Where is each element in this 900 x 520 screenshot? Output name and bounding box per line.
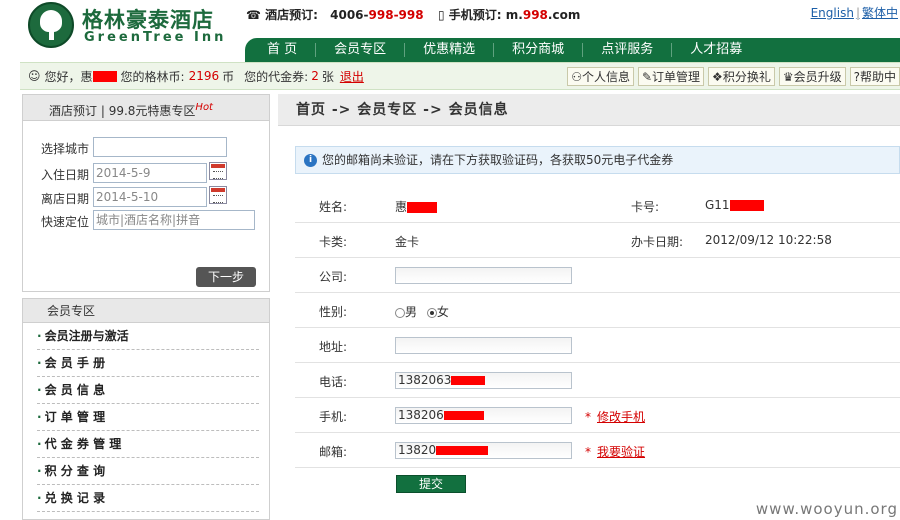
calendar-icon[interactable]	[209, 186, 227, 204]
nav-deals[interactable]: 优惠精选	[405, 43, 495, 57]
nav-points-mall[interactable]: 积分商城	[494, 43, 584, 57]
mobile-booking: ▯ 手机预订: m.998.com	[438, 8, 581, 22]
member-menu: 会员专区 · 会员注册与激活 · 会 员 手 册 · 会 员 信 息 · 订 单 管 理…	[22, 298, 270, 520]
menu-points[interactable]: · 积 分 查 询	[37, 458, 259, 485]
upgrade-button[interactable]: ♛会员升级	[778, 66, 846, 86]
submit-button[interactable]: 提交	[396, 475, 466, 493]
help-button[interactable]: ?帮助中	[849, 66, 900, 86]
nav-reviews[interactable]: 点评服务	[583, 43, 673, 57]
form-row: 电话: 1382063	[295, 363, 900, 398]
menu-orders[interactable]: · 订 单 管 理	[37, 404, 259, 431]
gender-radio-group: 男 女	[395, 303, 449, 320]
nav-careers[interactable]: 人才招募	[672, 43, 760, 57]
hot-badge: Hot	[195, 102, 213, 113]
watermark: www.wooyun.org	[755, 500, 898, 518]
redacted-name	[92, 70, 117, 82]
verify-email-link[interactable]: 我要验证	[597, 443, 645, 460]
form-row: 性别: 男 女	[295, 293, 900, 328]
email-notice: i 您的邮箱尚未验证，请在下方获取验证码，各获取50元电子代金券	[295, 146, 900, 174]
next-step-button[interactable]: 下一步	[196, 267, 256, 287]
greeting-bar: ☺ 您好，惠 您的格林币: 2196 币 您的代金券: 2 张 退出 ⚇个人信息…	[20, 62, 900, 90]
logout-link[interactable]: 退出	[340, 68, 364, 85]
gift-icon: ❖	[712, 69, 723, 84]
issue-date: 2012/09/12 10:22:58	[705, 233, 832, 247]
info-icon: i	[304, 154, 317, 167]
edit-icon: ✎	[641, 69, 653, 84]
points-gift-button[interactable]: ❖积分换礼	[708, 66, 775, 86]
phone-input[interactable]: 1382063	[395, 372, 572, 389]
profile-button[interactable]: ⚇个人信息	[567, 66, 634, 86]
hotel-booking-panel: 酒店预订 | 99.8元特惠专区Hot 选择城市 入住日期 2014-5-9 离…	[22, 94, 270, 292]
menu-redeem-history[interactable]: · 兑 换 记 录	[37, 485, 259, 512]
checkin-input[interactable]: 2014-5-9	[93, 163, 207, 183]
city-input[interactable]	[93, 137, 227, 157]
phone-icon: ☎	[246, 8, 266, 22]
nav-home[interactable]: 首 页	[245, 43, 317, 57]
main-content: 首页 -> 会员专区 -> 会员信息 i 您的邮箱尚未验证，请在下方获取验证码，…	[278, 94, 900, 520]
menu-vouchers[interactable]: · 代 金 券 管 理	[37, 431, 259, 458]
booking-header: 酒店预订 | 99.8元特惠专区Hot	[23, 95, 269, 121]
member-menu-title: 会员专区	[23, 299, 269, 323]
name-value: 惠	[395, 198, 438, 215]
locate-input[interactable]: 城市|酒店名称|拼音	[93, 210, 255, 230]
checkin-label: 入住日期	[41, 168, 90, 182]
people-icon: ⚇	[571, 69, 582, 84]
hotel-phone: ☎ 酒店预订: 4006-998-998	[246, 8, 424, 22]
lang-traditional-link[interactable]: 繁体中	[862, 6, 898, 20]
gender-male-radio[interactable]	[395, 307, 405, 318]
address-input[interactable]	[395, 337, 572, 354]
top-header: 格林豪泰酒店 GreenTree Inn ☎ 酒店预订: 4006-998-99…	[0, 0, 900, 62]
card-number: G11	[705, 198, 764, 212]
form-row: 地址:	[295, 328, 900, 363]
menu-handbook[interactable]: · 会 员 手 册	[37, 350, 259, 377]
form-row: 卡类: 金卡 办卡日期: 2012/09/12 10:22:58	[295, 223, 900, 258]
mobile-icon: ▯	[438, 8, 449, 22]
email-input[interactable]: 13820	[395, 442, 572, 459]
card-type: 金卡	[395, 235, 420, 249]
main-nav: 首 页 会员专区 优惠精选 积分商城 点评服务 人才招募	[245, 38, 900, 62]
greentree-logo[interactable]	[28, 2, 74, 48]
menu-register[interactable]: · 会员注册与激活	[37, 323, 259, 350]
checkout-input[interactable]: 2014-5-10	[93, 187, 207, 207]
change-mobile-link[interactable]: 修改手机	[597, 408, 645, 425]
form-row: 公司:	[295, 258, 900, 293]
nav-member[interactable]: 会员专区	[316, 43, 406, 57]
gender-female-radio[interactable]	[426, 307, 437, 318]
member-info-form: 姓名: 惠 卡号: G11 卡类: 金卡 办卡日期: 2012/09/12 10…	[295, 188, 900, 468]
orders-button[interactable]: ✎订单管理	[637, 66, 705, 86]
mobile-input[interactable]: 138206	[395, 407, 572, 424]
form-row: 手机: 138206 * 修改手机	[295, 398, 900, 433]
user-icon: ☺	[28, 69, 41, 83]
calendar-icon[interactable]	[209, 162, 227, 180]
language-switch: English | 繁体中	[810, 6, 898, 20]
breadcrumb: 首页 -> 会员专区 -> 会员信息	[278, 94, 900, 126]
promo-link[interactable]: 99.8元特惠专区	[109, 104, 196, 118]
city-label: 选择城市	[41, 142, 90, 156]
lang-english-link[interactable]: English	[811, 6, 854, 20]
company-input[interactable]	[395, 267, 572, 284]
form-row: 姓名: 惠 卡号: G11	[295, 188, 900, 223]
checkout-label: 离店日期	[41, 192, 90, 206]
brand-name-en: GreenTree Inn	[84, 30, 227, 45]
vip-icon: ♛	[782, 69, 794, 84]
locate-label: 快速定位	[41, 215, 90, 229]
menu-member-info[interactable]: · 会 员 信 息	[37, 377, 259, 404]
form-row: 邮箱: 13820 * 我要验证	[295, 433, 900, 468]
